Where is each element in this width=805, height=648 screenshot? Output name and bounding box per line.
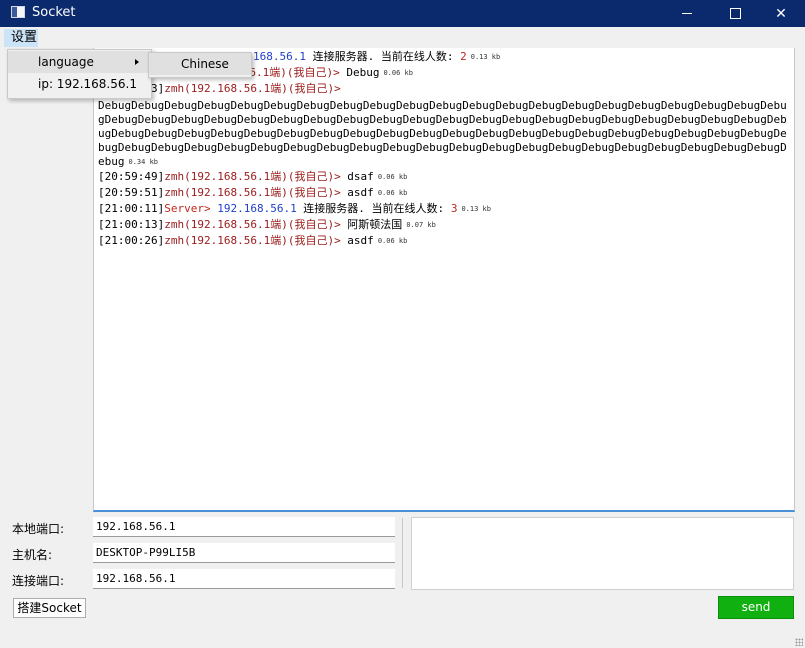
build-socket-button[interactable]: 搭建Socket (13, 598, 86, 618)
menu-item-chinese[interactable]: Chinese (149, 53, 251, 75)
log-text: 连接服务器. 当前在线人数: (305, 50, 461, 63)
log-size: 0.13 kb (470, 53, 501, 61)
log-line: [21:00:13]zmh(192.168.56.1端)(我自己)> 阿斯顿法国… (98, 217, 790, 233)
minimize-button[interactable] (664, 0, 710, 27)
title-bar: Socket ✕ (0, 0, 805, 27)
send-button[interactable]: send (718, 596, 794, 619)
log-online-count: 2 (460, 50, 467, 63)
log-message: dsaf (340, 170, 374, 183)
menu-item-label: Chinese (181, 57, 229, 71)
window-title: Socket (32, 5, 76, 20)
close-icon: ✕ (775, 5, 787, 22)
log-line: [21:00:11]Server> 192.168.56.1 连接服务器. 当前… (98, 201, 790, 217)
local-port-field[interactable]: 192.168.56.1 (93, 517, 395, 537)
log-time: [20:59:51] (98, 186, 165, 199)
log-line: [20:59:23]zmh(192.168.56.1端)(我自己)> (98, 81, 790, 97)
log-time: [21:00:13] (98, 218, 165, 231)
log-ip: 192.168.56.1 (210, 202, 297, 215)
menu-bar (0, 27, 805, 48)
minimize-icon (682, 13, 692, 14)
maximize-button[interactable] (712, 0, 758, 27)
log-server: Server> (164, 202, 211, 215)
connect-port-field[interactable]: 192.168.56.1 (93, 569, 395, 589)
log-size: 0.07 kb (406, 221, 436, 229)
divider (402, 518, 403, 588)
log-line: [20:59:49]zmh(192.168.56.1端)(我自己)> dsaf 0… (98, 169, 790, 185)
log-online-count: 3 (450, 202, 458, 215)
log-text: 连接服务器. 当前在线人数: (296, 202, 451, 215)
resize-grip-icon[interactable] (795, 638, 803, 646)
log-ip: 168.56.1 (253, 50, 306, 63)
chat-log[interactable]: 168.56.1 连接服务器. 当前在线人数: 20.13 kb 8]zmh(1… (93, 48, 795, 512)
log-size: 0.06 kb (377, 237, 408, 245)
log-size: 0.06 kb (383, 69, 413, 77)
log-user: zmh(192.168.56.1端)(我自己)> (164, 234, 341, 247)
submenu-arrow-icon (135, 59, 139, 65)
host-field[interactable]: DESKTOP-P99LI5B (93, 543, 395, 563)
close-button[interactable]: ✕ (758, 0, 804, 27)
log-message: asdf (340, 186, 374, 199)
menu-item-language[interactable]: language (8, 51, 151, 73)
settings-dropdown: language ip: 192.168.56.1 (7, 49, 152, 99)
menu-item-label: language (38, 55, 94, 69)
log-time: [20:59:49] (98, 170, 165, 183)
log-user: zmh(192.168.56.1端)(我自己)> (164, 218, 341, 231)
log-time: [21:00:11] (98, 202, 165, 215)
menu-item-ip[interactable]: ip: 192.168.56.1 (8, 73, 151, 95)
connect-port-label: 连接端口: (12, 574, 65, 588)
maximize-icon (729, 8, 741, 19)
log-size: 0.13 kb (461, 205, 491, 213)
log-message: asdf (340, 234, 374, 247)
log-user: zmh(192.168.56.1端)(我自己)> (164, 170, 341, 183)
log-size: 0.06 kb (377, 173, 408, 181)
local-port-label: 本地端口: (12, 522, 65, 536)
menu-item-label: ip: 192.168.56.1 (38, 77, 137, 91)
menu-settings[interactable]: 设置 (4, 29, 38, 47)
log-user: zmh(192.168.56.1端)(我自己)> (164, 82, 341, 95)
log-line: DebugDebugDebugDebugDebugDebugDebugDebug… (98, 97, 790, 169)
language-submenu: Chinese (148, 52, 252, 78)
log-time: [21:00:26] (98, 234, 165, 247)
log-size: 0.34 kb (128, 158, 159, 166)
log-user: zmh(192.168.56.1端)(我自己)> (164, 186, 341, 199)
log-line: [21:00:26]zmh(192.168.56.1端)(我自己)> asdf 0… (98, 233, 790, 249)
message-input[interactable] (411, 517, 794, 590)
log-message: DebugDebugDebugDebugDebugDebugDebugDebug… (98, 99, 787, 168)
app-icon (11, 6, 25, 18)
log-line: [20:59:51]zmh(192.168.56.1端)(我自己)> asdf 0… (98, 185, 790, 201)
log-size: 0.06 kb (377, 189, 408, 197)
log-message: Debug (339, 66, 380, 79)
host-label: 主机名: (12, 548, 53, 562)
log-message: 阿斯顿法国 (340, 218, 403, 231)
